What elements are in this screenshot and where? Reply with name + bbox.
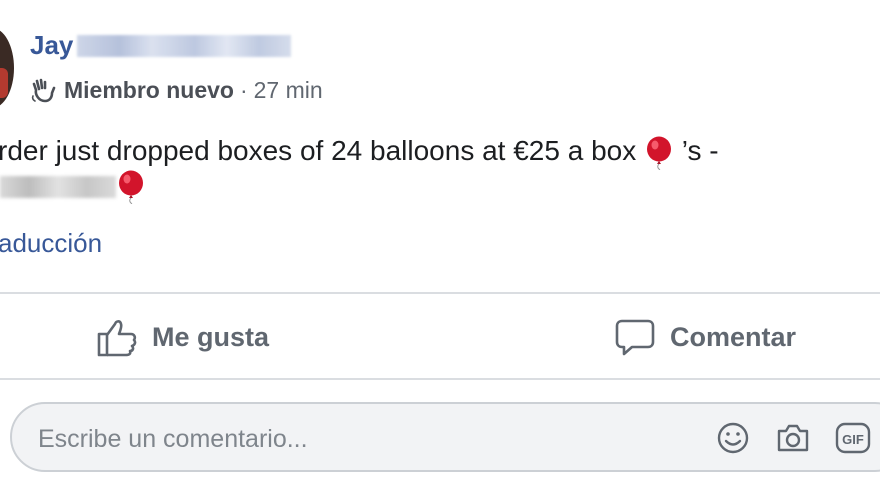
post-author: Jay xyxy=(30,30,292,61)
meta-separator: · xyxy=(239,76,248,103)
author-name[interactable]: Jay xyxy=(30,30,73,61)
author-name-redacted xyxy=(77,34,292,57)
comment-button-label: Comentar xyxy=(670,321,797,352)
balloon-icon xyxy=(119,170,143,204)
member-badge[interactable]: Miembro nuevo xyxy=(64,77,234,104)
comment-input[interactable] xyxy=(36,420,660,458)
comment-button[interactable]: Comentar xyxy=(614,316,796,358)
like-button-label: Me gusta xyxy=(152,321,270,352)
post-body: rder just dropped boxes of 24 balloons a… xyxy=(0,131,719,171)
post-meta: Miembro nuevo · 27 min xyxy=(30,76,323,104)
emoji-icon[interactable] xyxy=(714,419,752,457)
speech-bubble-icon xyxy=(615,319,655,356)
waving-hand-icon xyxy=(31,78,56,103)
svg-text:GIF: GIF xyxy=(842,432,864,447)
balloon-icon xyxy=(647,136,671,170)
camera-icon[interactable] xyxy=(774,419,812,457)
divider-bottom xyxy=(0,378,880,380)
avatar[interactable] xyxy=(0,28,14,108)
post-text-line2 xyxy=(0,170,146,204)
post-actions-bar: Me gusta Comentar xyxy=(0,296,880,378)
gif-icon[interactable]: GIF xyxy=(834,419,872,457)
post-text-line1: rder just dropped boxes of 24 balloons a… xyxy=(0,135,637,166)
divider-top xyxy=(0,292,880,294)
redacted-text xyxy=(0,176,116,198)
like-button[interactable]: Me gusta xyxy=(96,316,269,358)
post-time[interactable]: 27 min xyxy=(254,77,323,104)
see-translation-link[interactable]: aducción xyxy=(0,228,102,259)
thumbs-up-icon xyxy=(97,320,137,357)
comment-composer: GIF xyxy=(10,402,880,472)
post-text-line1-suffix: ’s - xyxy=(681,135,719,166)
